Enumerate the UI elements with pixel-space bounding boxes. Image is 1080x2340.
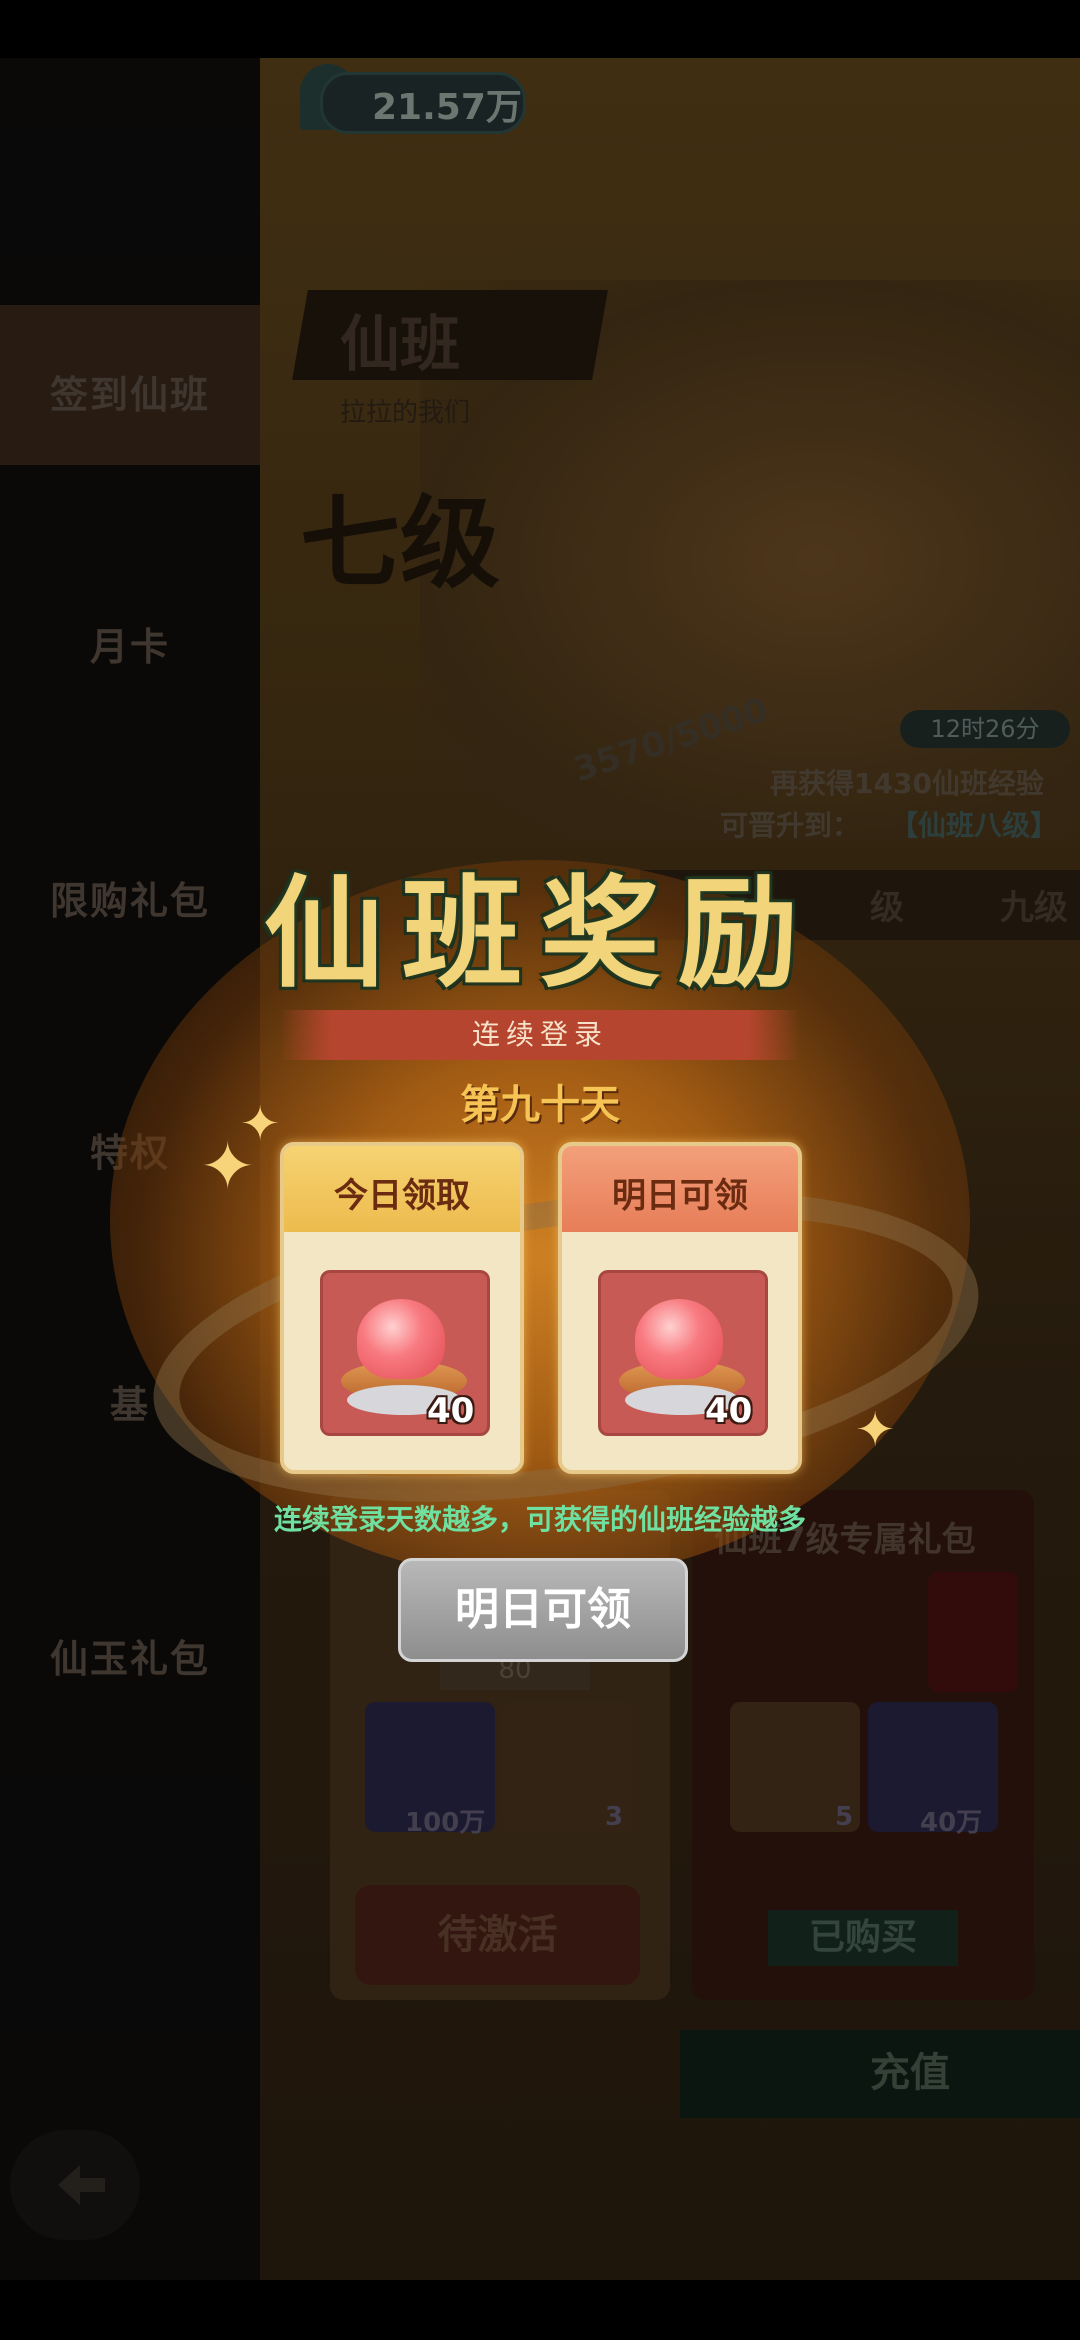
claim-tomorrow-button[interactable]: 明日可领: [398, 1558, 688, 1662]
sparkle-icon: ✦: [855, 1402, 896, 1458]
consecutive-login-banner: 连续登录: [280, 1010, 800, 1060]
reward-item: 40: [320, 1270, 490, 1436]
reward-item: 40: [598, 1270, 768, 1436]
item-quantity: 40: [705, 1391, 753, 1431]
sparkle-icon: ✦: [200, 1128, 256, 1205]
login-day-label: 第九十天: [460, 1081, 620, 1128]
reward-card-tomorrow: 明日可领 40: [558, 1142, 802, 1474]
item-quantity: 40: [427, 1391, 475, 1431]
red-orb-icon: [635, 1299, 723, 1379]
red-orb-icon: [357, 1299, 445, 1379]
reward-card-today: 今日领取 40: [280, 1142, 524, 1474]
modal-title: 仙班奖励: [264, 863, 816, 1004]
card-title: 明日可领: [612, 1176, 748, 1216]
login-hint-text: 连续登录天数越多，可获得的仙班经验越多: [273, 1503, 806, 1536]
card-title: 今日领取: [334, 1176, 470, 1216]
